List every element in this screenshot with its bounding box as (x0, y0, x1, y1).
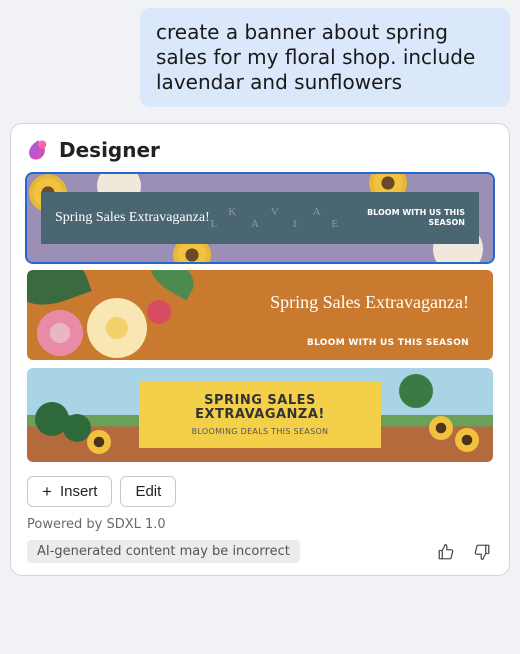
banner-1-title: Spring Sales Extravaganza! (55, 210, 210, 226)
insert-button-label: Insert (60, 483, 98, 500)
banner-2-tagline: BLOOM WITH US THIS SEASON (307, 338, 469, 348)
banner-results: Spring Sales Extravaganza! K V A L A I E… (27, 174, 493, 462)
banner-3-title: SPRING SALES EXTRAVAGANZA! (139, 394, 381, 424)
feedback-controls (435, 541, 493, 563)
banner-1-watermark: K V A L A I E (210, 206, 355, 230)
edit-button-label: Edit (135, 483, 161, 500)
action-row: + Insert Edit (27, 476, 493, 507)
banner-2-title: Spring Sales Extravaganza! (270, 292, 469, 313)
edit-button[interactable]: Edit (120, 476, 176, 507)
banner-option-3[interactable]: SPRING SALES EXTRAVAGANZA! BLOOMING DEAL… (27, 368, 493, 462)
ai-disclaimer-pill: AI-generated content may be incorrect (27, 540, 300, 563)
designer-card: Designer Spring Sales Extravaganza! K V … (10, 123, 510, 576)
user-message-text: create a banner about spring sales for m… (156, 20, 475, 94)
designer-logo-icon (27, 139, 49, 161)
insert-button[interactable]: + Insert (27, 476, 112, 507)
banner-1-tagline: BLOOM WITH US THIS SEASON (355, 208, 465, 227)
card-footer: AI-generated content may be incorrect (27, 540, 493, 563)
card-title: Designer (59, 138, 160, 162)
powered-by-text: Powered by SDXL 1.0 (27, 517, 493, 532)
chat-row: create a banner about spring sales for m… (10, 8, 510, 107)
banner-option-1[interactable]: Spring Sales Extravaganza! K V A L A I E… (27, 174, 493, 262)
banner-3-tagline: BLOOMING DEALS THIS SEASON (192, 427, 329, 436)
banner-option-2[interactable]: Spring Sales Extravaganza! BLOOM WITH US… (27, 270, 493, 360)
thumbs-up-icon[interactable] (435, 541, 457, 563)
plus-icon: + (42, 483, 52, 500)
thumbs-down-icon[interactable] (471, 541, 493, 563)
user-message-bubble: create a banner about spring sales for m… (140, 8, 510, 107)
card-header: Designer (27, 138, 493, 162)
